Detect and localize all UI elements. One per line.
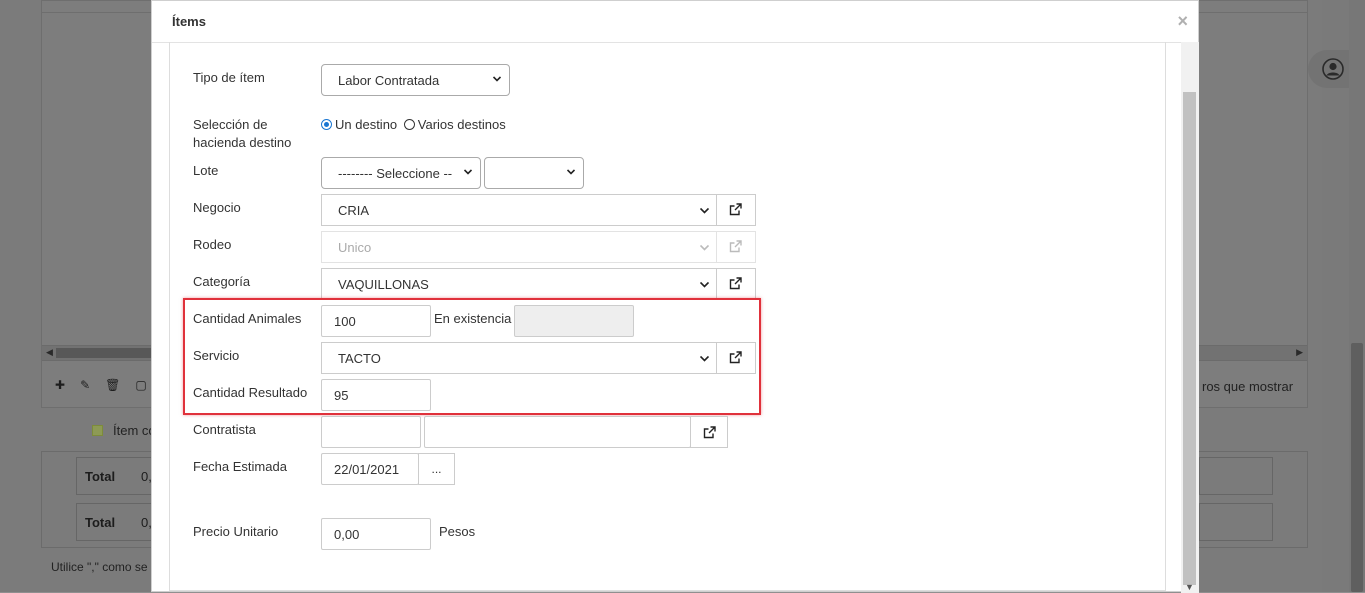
seleccion-label-line1: Selección de	[193, 117, 268, 132]
radio-varios-destinos-label[interactable]: Varios destinos	[418, 117, 506, 132]
categoria-open-button[interactable]	[716, 269, 755, 299]
precio-unitario-label: Precio Unitario	[193, 524, 279, 539]
total-label: Total 0,	[76, 457, 156, 495]
negocio-value: CRIA	[338, 203, 370, 218]
lote-label: Lote	[193, 163, 219, 178]
contratista-open-button[interactable]	[690, 416, 728, 448]
external-link-icon	[729, 277, 742, 290]
scroll-left-icon[interactable]: ◀	[46, 347, 53, 358]
rodeo-value: Unico	[338, 240, 372, 255]
chevron-down-icon	[567, 169, 575, 175]
tipo-item-value: Labor Contratada	[338, 73, 440, 88]
background-toolbar: ✚ ✎ 🗑 ▢	[55, 378, 147, 392]
close-icon[interactable]: ×	[1177, 12, 1188, 30]
negocio-label: Negocio	[193, 200, 241, 215]
categoria-select[interactable]: VAQUILLONAS	[321, 268, 756, 300]
fecha-estimada-label: Fecha Estimada	[193, 459, 287, 474]
pencil-icon[interactable]: ✎	[80, 378, 90, 392]
tipo-item-label: Tipo de ítem	[193, 70, 265, 85]
contratista-name-input[interactable]	[424, 416, 691, 448]
precio-unit-label: Pesos	[439, 524, 476, 539]
background-hint-text: Utilice "," como se	[51, 560, 148, 574]
negocio-open-button[interactable]	[716, 195, 755, 225]
date-picker-button[interactable]: ...	[418, 453, 455, 485]
page-scroll-thumb[interactable]	[1351, 343, 1363, 592]
scroll-down-icon[interactable]: ▼	[1185, 582, 1194, 592]
chevron-down-icon	[464, 169, 472, 175]
negocio-select[interactable]: CRIA	[321, 194, 756, 226]
modal-title: Ítems	[172, 14, 206, 29]
lote-secondary-select[interactable]	[484, 157, 584, 189]
rodeo-label: Rodeo	[193, 237, 232, 252]
rodeo-select[interactable]: Unico	[321, 231, 756, 263]
legend-square-icon	[92, 425, 103, 436]
total-right-field	[1199, 457, 1273, 495]
lote-select[interactable]: -------- Seleccione --	[321, 157, 481, 189]
radio-un-destino[interactable]	[321, 119, 332, 130]
chevron-down-icon	[700, 244, 709, 251]
rodeo-open-button[interactable]	[716, 232, 755, 262]
radio-un-destino-label[interactable]: Un destino	[335, 117, 397, 132]
radio-varios-destinos[interactable]	[403, 119, 415, 130]
modal-vertical-scrollbar[interactable]: ▼	[1181, 42, 1199, 593]
no-records-text: ros que mostrar	[1202, 379, 1294, 394]
background-scroll-thumb[interactable]	[56, 348, 152, 358]
seleccion-label-line2: hacienda destino	[193, 135, 292, 150]
chevron-down-icon	[493, 76, 501, 82]
categoria-label: Categoría	[193, 274, 251, 289]
plus-icon[interactable]: ✚	[55, 378, 65, 392]
highlight-box	[183, 298, 761, 415]
total-label-text: Total	[85, 515, 116, 530]
total-label: Total 0,	[76, 503, 156, 541]
tipo-item-select[interactable]: Labor Contratada	[321, 64, 510, 96]
seleccion-label: Selección de hacienda destino	[193, 116, 291, 152]
external-link-icon	[729, 240, 742, 253]
scroll-right-icon[interactable]: ▶	[1296, 347, 1303, 358]
destino-radio-group: Un destino Varios destinos	[321, 116, 506, 134]
contratista-code-input[interactable]	[321, 416, 421, 448]
contratista-label: Contratista	[193, 422, 256, 437]
legend-label: Ítem co	[113, 423, 156, 438]
fecha-estimada-input[interactable]: 22/01/2021	[321, 453, 419, 485]
modal-header: Ítems ×	[152, 1, 1198, 43]
external-link-icon	[729, 203, 742, 216]
total-right-field	[1199, 503, 1273, 541]
background-legend: Ítem co	[92, 423, 156, 438]
note-icon[interactable]: ▢	[135, 378, 146, 392]
total-label-text: Total	[85, 469, 116, 484]
user-avatar-icon	[1322, 58, 1344, 80]
lote-value: -------- Seleccione --	[338, 166, 453, 181]
external-link-icon	[703, 426, 716, 439]
trash-icon[interactable]: 🗑	[105, 378, 120, 392]
chevron-down-icon	[700, 207, 709, 214]
precio-unitario-input[interactable]: 0,00	[321, 518, 431, 550]
chevron-down-icon	[700, 281, 709, 288]
modal-scroll-thumb[interactable]	[1183, 92, 1196, 585]
categoria-value: VAQUILLONAS	[338, 277, 429, 292]
